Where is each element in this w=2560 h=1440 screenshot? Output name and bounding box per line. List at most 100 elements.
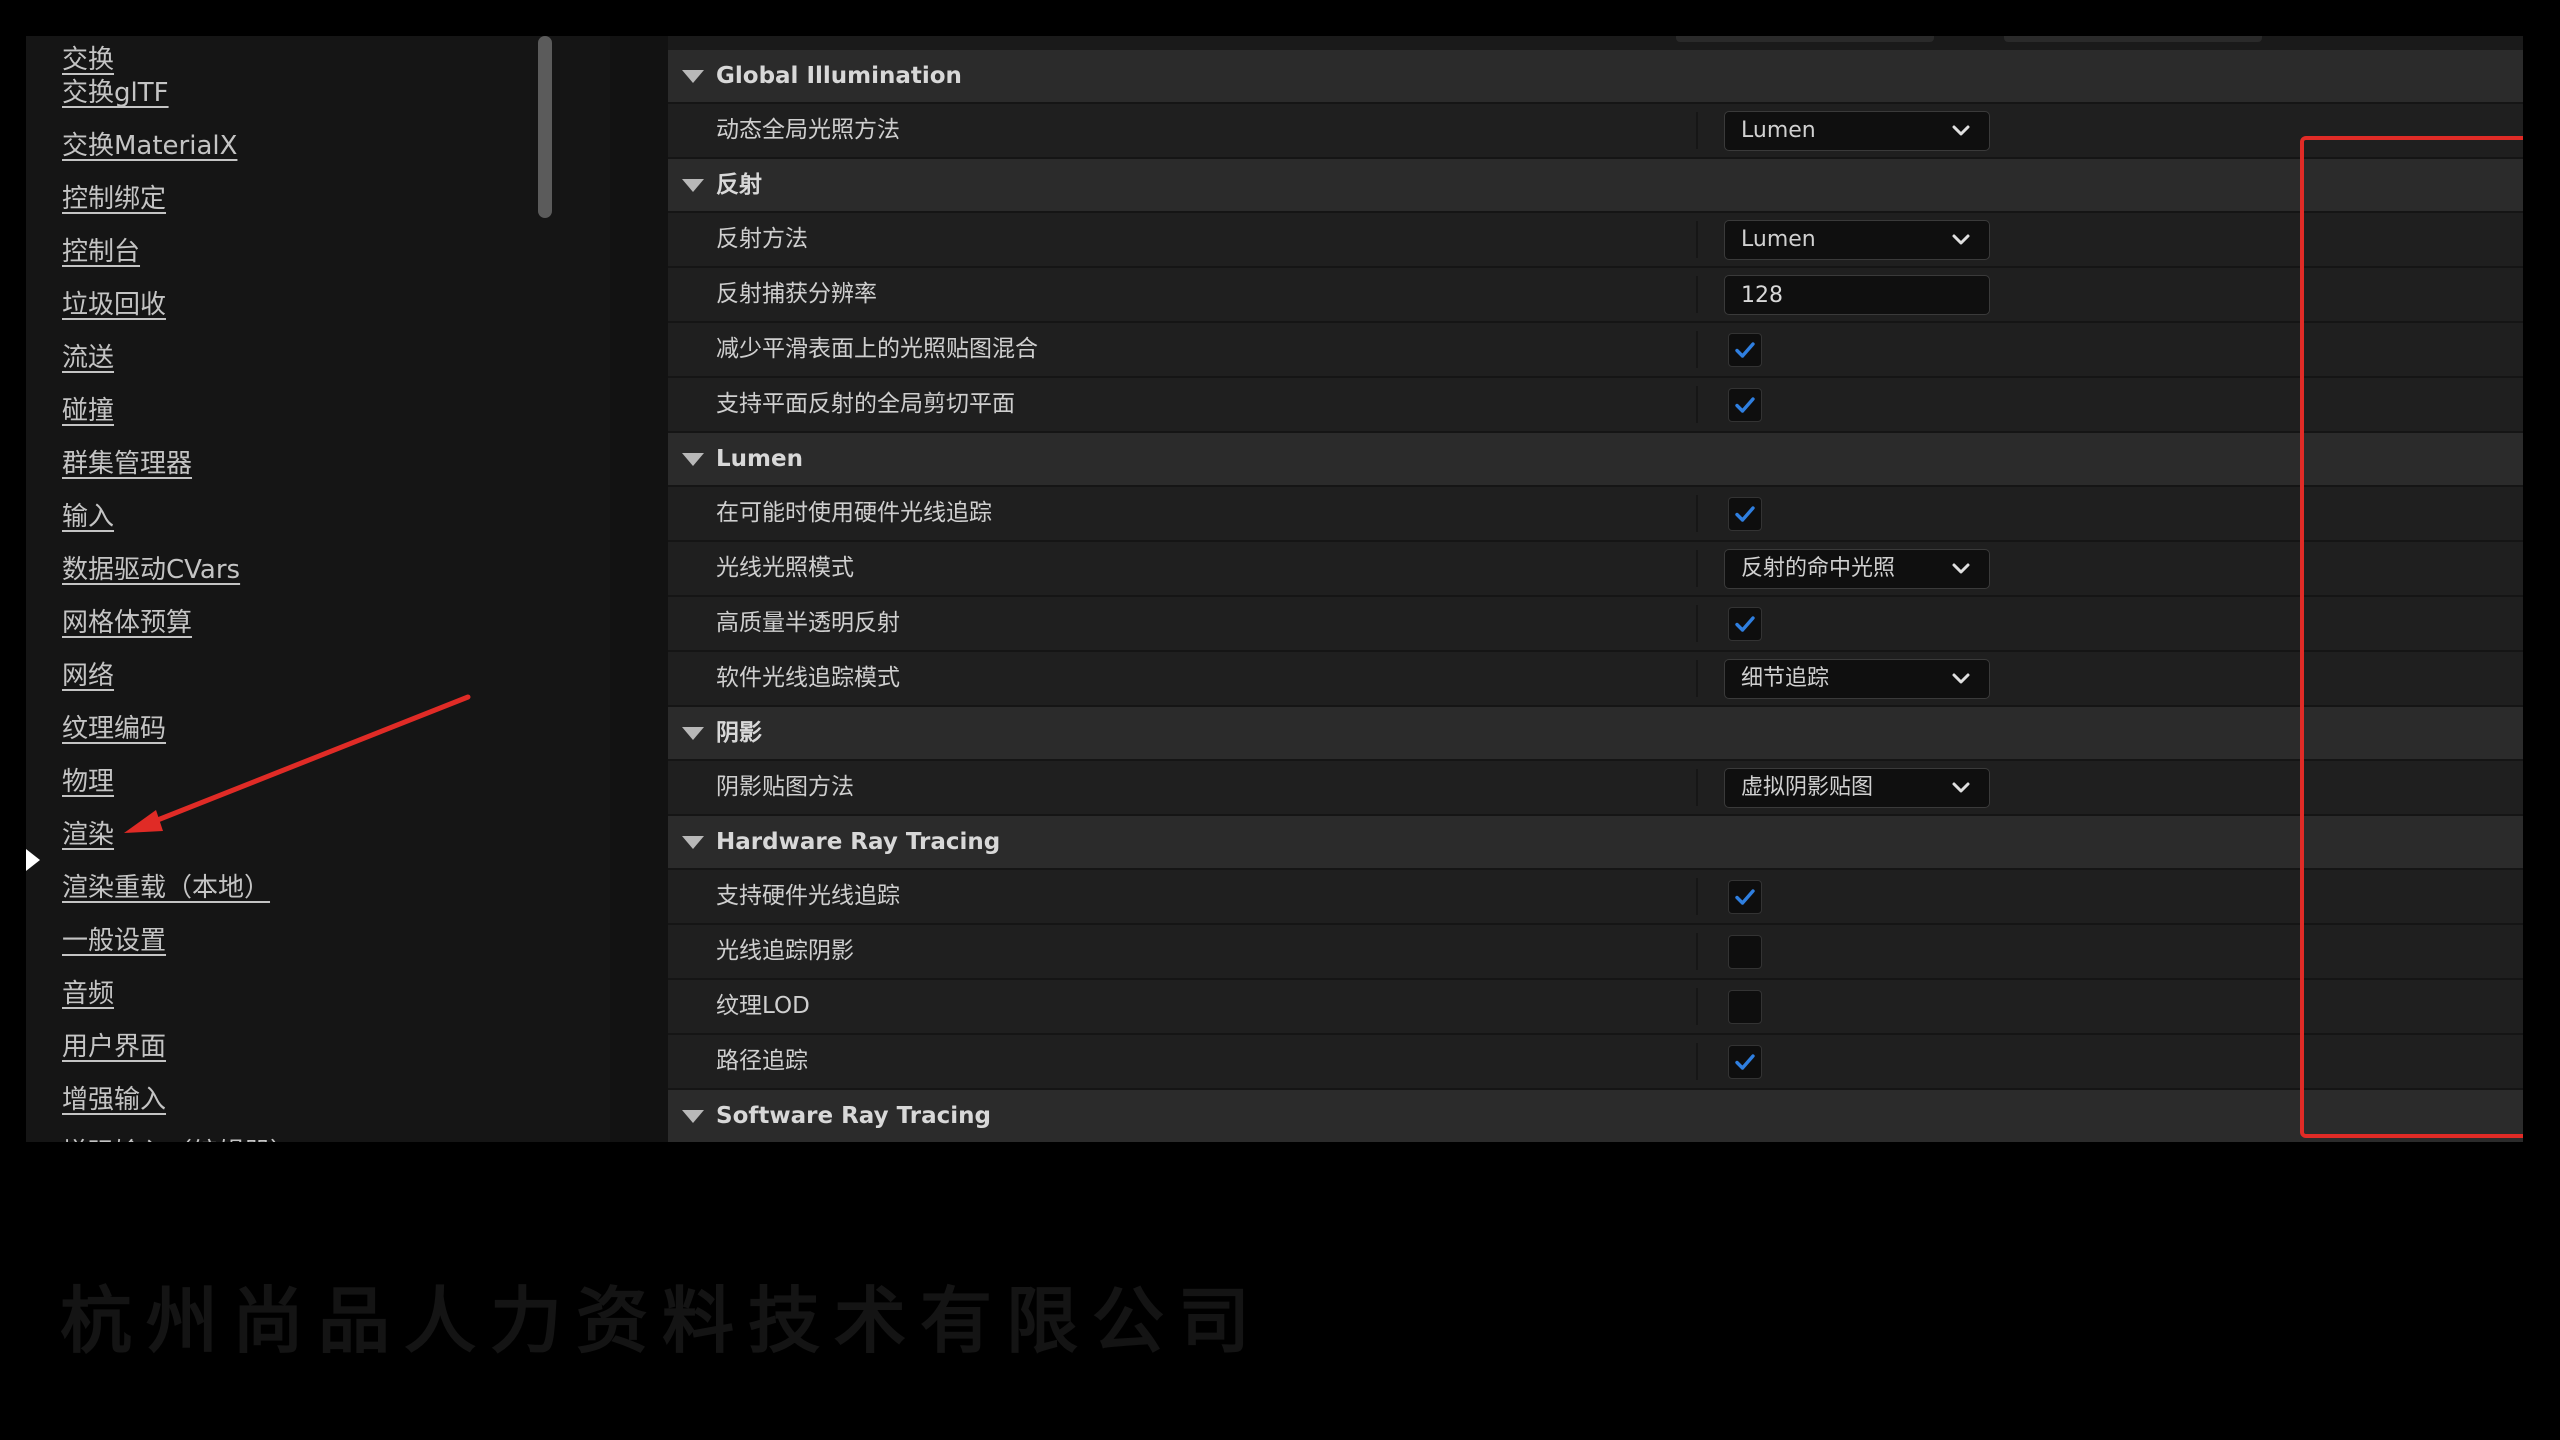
use-hw-rt-checkbox[interactable]: [1728, 497, 1762, 531]
column-divider[interactable]: [1696, 933, 1698, 970]
section-software-ray-tracing[interactable]: Software Ray Tracing: [668, 1090, 2523, 1142]
section-title: Software Ray Tracing: [716, 1103, 991, 1129]
checkmark-icon: [1735, 506, 1755, 522]
sidebar-item-user-interface[interactable]: 用户界面: [62, 1023, 166, 1071]
property-row-capture-resolution: 反射捕获分辨率: [668, 268, 2523, 323]
sidebar-item-mesh-budget[interactable]: 网格体预算: [62, 599, 192, 647]
section-shadows[interactable]: 阴影: [668, 707, 2523, 761]
checkmark-icon: [1735, 1054, 1755, 1070]
watermark-text: 杭州尚品人力资料技术有限公司: [60, 1279, 1265, 1363]
dropdown-value: Lumen: [1741, 227, 1816, 252]
rt-shadows-checkbox[interactable]: [1728, 935, 1762, 969]
shadow-map-method-dropdown[interactable]: 虚拟阴影贴图: [1724, 768, 1990, 808]
sidebar-item-rendering-overrides[interactable]: 渲染重载（本地）: [62, 864, 270, 912]
sidebar-item-collision[interactable]: 碰撞: [62, 387, 114, 435]
column-divider[interactable]: [1696, 331, 1698, 368]
settings-sidebar: 交换 交换glTF 交换MaterialX 控制绑定 控制台 垃圾回收 流送 碰…: [26, 36, 610, 1142]
property-label: 支持平面反射的全局剪切平面: [716, 391, 1015, 417]
property-row-path-tracing: 路径追踪: [668, 1035, 2523, 1090]
column-divider[interactable]: [1696, 112, 1698, 149]
section-lumen[interactable]: Lumen: [668, 433, 2523, 487]
section-global-illumination[interactable]: Global Illumination: [668, 50, 2523, 104]
collapse-caret-icon[interactable]: [682, 727, 704, 740]
property-label: 光线光照模式: [716, 555, 854, 581]
checkmark-icon: [1735, 342, 1755, 358]
sidebar-item-physics[interactable]: 物理: [62, 758, 114, 806]
chevron-down-icon: [1952, 125, 1970, 136]
column-divider[interactable]: [1696, 660, 1698, 697]
property-label: 高质量半透明反射: [716, 610, 900, 636]
column-divider[interactable]: [1696, 495, 1698, 532]
collapse-caret-icon[interactable]: [682, 70, 704, 83]
sidebar-item-garbage-collection[interactable]: 垃圾回收: [62, 281, 166, 329]
property-label: 软件光线追踪模式: [716, 665, 900, 691]
section-hardware-ray-tracing[interactable]: Hardware Ray Tracing: [668, 816, 2523, 870]
chevron-down-icon: [1952, 563, 1970, 574]
dynamic-gi-dropdown[interactable]: Lumen: [1724, 111, 1990, 151]
column-divider[interactable]: [1696, 221, 1698, 258]
chevron-down-icon: [1952, 234, 1970, 245]
dropdown-value: 细节追踪: [1741, 666, 1830, 691]
reflection-method-dropdown[interactable]: Lumen: [1724, 220, 1990, 260]
selected-indicator-icon: [26, 849, 40, 871]
support-hw-rt-checkbox[interactable]: [1728, 880, 1762, 914]
sidebar-item-audio[interactable]: 音频: [62, 970, 114, 1018]
property-row-reflection-method: 反射方法 Lumen: [668, 213, 2523, 268]
ray-lighting-mode-dropdown[interactable]: 反射的命中光照: [1724, 549, 1990, 589]
collapse-caret-icon[interactable]: [682, 179, 704, 192]
column-divider[interactable]: [1696, 1043, 1698, 1080]
collapse-caret-icon[interactable]: [682, 1110, 704, 1123]
section-title: Lumen: [716, 446, 803, 472]
section-title: 阴影: [716, 720, 762, 746]
column-divider[interactable]: [1696, 769, 1698, 806]
reduce-lightmap-checkbox[interactable]: [1728, 333, 1762, 367]
section-reflection[interactable]: 反射: [668, 159, 2523, 213]
sidebar-item-crowd-manager[interactable]: 群集管理器: [62, 440, 192, 488]
property-label: 反射捕获分辨率: [716, 281, 877, 307]
texture-lod-checkbox[interactable]: [1728, 990, 1762, 1024]
sidebar-item-input[interactable]: 输入: [62, 493, 114, 541]
property-label: 支持硬件光线追踪: [716, 883, 900, 909]
sidebar-item-network[interactable]: 网络: [62, 652, 114, 700]
sidebar-scrollbar[interactable]: [538, 36, 552, 218]
path-tracing-checkbox[interactable]: [1728, 1045, 1762, 1079]
property-label: 减少平滑表面上的光照贴图混合: [716, 336, 1038, 362]
column-divider[interactable]: [1696, 386, 1698, 423]
sidebar-item-interchange-materialx[interactable]: 交换MaterialX: [62, 122, 237, 170]
hq-translucency-checkbox[interactable]: [1728, 607, 1762, 641]
collapse-caret-icon[interactable]: [682, 453, 704, 466]
property-row-ray-lighting-mode: 光线光照模式 反射的命中光照: [668, 542, 2523, 597]
sidebar-item-control-rig[interactable]: 控制绑定: [62, 175, 166, 223]
property-label: 动态全局光照方法: [716, 117, 900, 143]
sidebar-item-enhanced-input-editor[interactable]: 增强输入（编辑器）: [62, 1129, 296, 1142]
sidebar-item-texture-encoding[interactable]: 纹理编码: [62, 705, 166, 753]
column-divider[interactable]: [1696, 988, 1698, 1025]
column-divider[interactable]: [1696, 605, 1698, 642]
dropdown-value: 反射的命中光照: [1741, 556, 1896, 581]
sidebar-item-interchange-gltf[interactable]: 交换glTF: [62, 69, 169, 117]
property-row-rt-shadows: 光线追踪阴影: [668, 925, 2523, 980]
collapse-caret-icon[interactable]: [682, 836, 704, 849]
sidebar-item-enhanced-input[interactable]: 增强输入: [62, 1076, 166, 1124]
sidebar-item-rendering[interactable]: 渲染: [62, 811, 114, 859]
column-divider[interactable]: [1696, 550, 1698, 587]
property-row-texture-lod: 纹理LOD: [668, 980, 2523, 1035]
chevron-down-icon: [1952, 673, 1970, 684]
sidebar-item-data-driven-cvars[interactable]: 数据驱动CVars: [62, 546, 240, 594]
column-divider[interactable]: [1696, 276, 1698, 313]
column-divider[interactable]: [1696, 878, 1698, 915]
global-clip-plane-checkbox[interactable]: [1728, 388, 1762, 422]
section-title: Hardware Ray Tracing: [716, 829, 1001, 855]
sw-trace-mode-dropdown[interactable]: 细节追踪: [1724, 659, 1990, 699]
splitter[interactable]: [610, 36, 668, 1142]
sidebar-item-console[interactable]: 控制台: [62, 228, 140, 276]
property-row-support-hw-rt: 支持硬件光线追踪: [668, 870, 2523, 925]
sidebar-item-general-settings[interactable]: 一般设置: [62, 917, 166, 965]
capture-resolution-input[interactable]: [1724, 275, 1990, 315]
sidebar-item-streaming[interactable]: 流送: [62, 334, 114, 382]
settings-screenshot: 交换 交换glTF 交换MaterialX 控制绑定 控制台 垃圾回收 流送 碰…: [26, 36, 2523, 1142]
chevron-down-icon: [1952, 782, 1970, 793]
property-label: 纹理LOD: [716, 993, 810, 1019]
checkmark-icon: [1735, 397, 1755, 413]
property-label: 路径追踪: [716, 1048, 808, 1074]
